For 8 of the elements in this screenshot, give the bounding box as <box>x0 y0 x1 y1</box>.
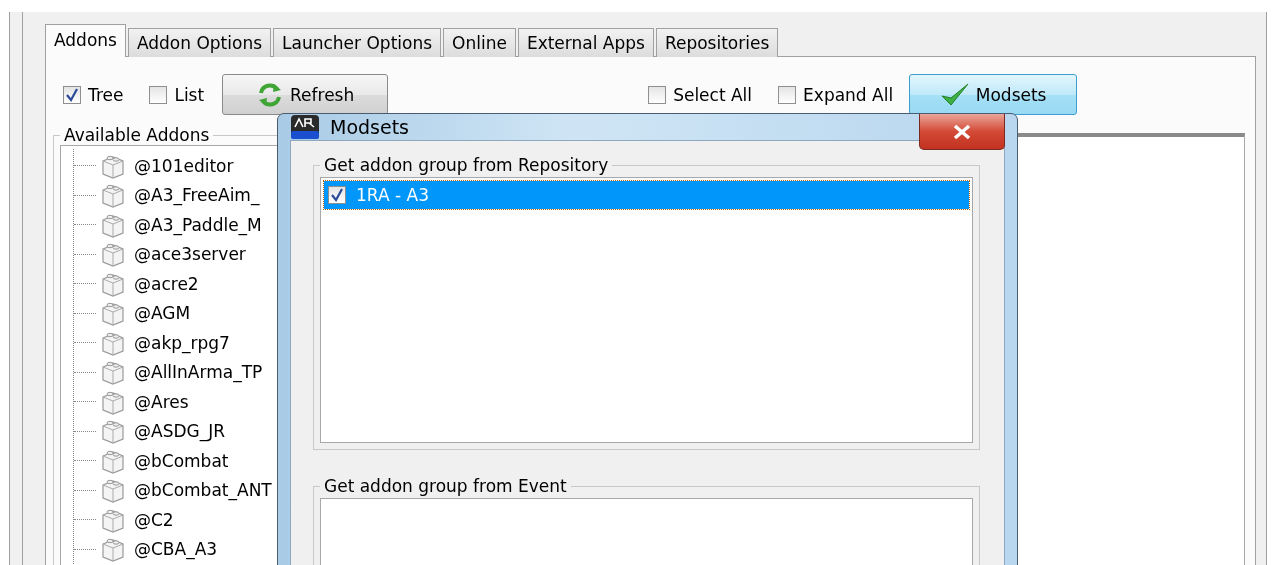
checkbox-label: Expand All <box>803 84 894 105</box>
checkbox-label: List <box>174 84 205 105</box>
group-title: Get addon group from Repository <box>323 155 610 175</box>
group-title: Get addon group from Event <box>323 476 568 496</box>
checkbox-label: Select All <box>673 84 753 105</box>
group-title: Available Addons <box>63 125 211 145</box>
checkbox-label: Tree <box>88 84 124 105</box>
dialog-title: Modsets <box>330 116 409 138</box>
